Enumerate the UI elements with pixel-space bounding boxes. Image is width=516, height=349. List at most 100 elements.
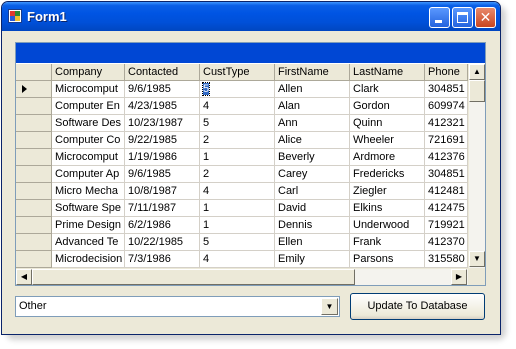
cell-lastname[interactable]: Gordon [350,98,425,115]
cell-contacted[interactable]: 7/11/1987 [125,200,200,217]
vertical-scrollbar[interactable]: ▲ ▼ [468,64,485,268]
scroll-up-button[interactable]: ▲ [469,64,485,80]
maximize-button[interactable] [452,7,473,28]
custtype-combobox[interactable]: Other ▼ [15,296,340,317]
table-row[interactable]: Software Spe 7/11/1987 1 David Elkins 412475 [16,200,468,217]
cell-firstname[interactable]: Carey [275,166,350,183]
table-row[interactable]: Computer En 4/23/1985 4 Alan Gordon 609974 [16,98,468,115]
cell-contacted[interactable]: 9/6/1985 [125,166,200,183]
cell-contacted[interactable]: 10/22/1985 [125,234,200,251]
row-header[interactable] [16,98,52,115]
table-row[interactable]: Prime Design 6/2/1986 1 Dennis Underwood 7199… [16,217,468,234]
cell-phone[interactable]: 412481 [425,183,468,200]
vertical-scroll-thumb[interactable] [469,80,485,102]
cell-custtype[interactable]: 1 [200,217,275,234]
table-row[interactable]: Microcomput 9/6/1985 5 Allen Clark 304851 [16,81,468,98]
cell-company[interactable]: Advanced Te [52,234,125,251]
cell-firstname[interactable]: Alice [275,132,350,149]
cell-contacted[interactable]: 10/23/1987 [125,115,200,132]
table-row[interactable]: Software Des 10/23/1987 5 Ann Quinn 412321 [16,115,468,132]
scroll-down-button[interactable]: ▼ [469,251,485,267]
cell-custtype[interactable]: 4 [200,98,275,115]
cell-custtype[interactable]: 5 [200,115,275,132]
row-header[interactable] [16,183,52,200]
cell-contacted[interactable]: 9/22/1985 [125,132,200,149]
cell-company[interactable]: Micro Mecha [52,183,125,200]
row-header[interactable] [16,115,52,132]
cell-custtype[interactable]: 4 [200,251,275,268]
cell-lastname[interactable]: Parsons [350,251,425,268]
cell-lastname[interactable]: Ziegler [350,183,425,200]
table-row[interactable]: Microcomput 1/19/1986 1 Beverly Ardmore 41237… [16,149,468,166]
cell-custtype[interactable]: 1 [200,200,275,217]
cell-phone[interactable]: 304851 [425,81,468,98]
customer-data-grid[interactable]: Company Contacted CustType FirstName Las… [15,42,486,286]
cell-custtype[interactable]: 5 [200,234,275,251]
cell-contacted[interactable]: 4/23/1985 [125,98,200,115]
cell-phone[interactable]: 721691 [425,132,468,149]
cell-company[interactable]: Computer En [52,98,125,115]
cell-phone[interactable]: 412376 [425,149,468,166]
title-bar[interactable]: Form1 ✕ [2,2,500,31]
cell-contacted[interactable]: 7/3/1986 [125,251,200,268]
cell-company[interactable]: Software Spe [52,200,125,217]
table-row[interactable]: Advanced Te 10/22/1985 5 Ellen Frank 412370 [16,234,468,251]
cell-firstname[interactable]: David [275,200,350,217]
cell-firstname[interactable]: Allen [275,81,350,98]
column-header-lastname[interactable]: LastName [350,64,425,81]
cell-phone[interactable]: 719921 [425,217,468,234]
cell-phone[interactable]: 412370 [425,234,468,251]
cell-phone[interactable]: 315580 [425,251,468,268]
row-header[interactable] [16,217,52,234]
cell-company[interactable]: Prime Design [52,217,125,234]
cell-phone[interactable]: 412475 [425,200,468,217]
row-header[interactable] [16,132,52,149]
column-header-company[interactable]: Company [52,64,125,81]
update-to-database-button[interactable]: Update To Database [350,293,485,320]
cell-firstname[interactable]: Emily [275,251,350,268]
cell-custtype[interactable]: 1 [200,149,275,166]
combobox-dropdown-button[interactable]: ▼ [321,298,338,315]
cell-phone[interactable]: 609974 [425,98,468,115]
cell-lastname[interactable]: Fredericks [350,166,425,183]
cell-company[interactable]: Computer Co [52,132,125,149]
row-header[interactable] [16,234,52,251]
row-header[interactable] [16,166,52,183]
cell-company[interactable]: Computer Ap [52,166,125,183]
column-header-phone[interactable]: Phone [425,64,468,81]
cell-lastname[interactable]: Frank [350,234,425,251]
column-header-firstname[interactable]: FirstName [275,64,350,81]
cell-lastname[interactable]: Clark [350,81,425,98]
cell-firstname[interactable]: Dennis [275,217,350,234]
table-row[interactable]: Microdecision 7/3/1986 4 Emily Parsons 315580 [16,251,468,268]
cell-firstname[interactable]: Alan [275,98,350,115]
minimize-button[interactable] [429,7,450,28]
cell-custtype[interactable]: 5 [200,81,275,98]
cell-contacted[interactable]: 10/8/1987 [125,183,200,200]
cell-contacted[interactable]: 9/6/1985 [125,81,200,98]
cell-custtype[interactable]: 4 [200,183,275,200]
cell-custtype[interactable]: 2 [200,166,275,183]
cell-lastname[interactable]: Ardmore [350,149,425,166]
table-row[interactable]: Computer Ap 9/6/1985 2 Carey Fredericks 30485… [16,166,468,183]
cell-custtype[interactable]: 2 [200,132,275,149]
row-header[interactable] [16,149,52,166]
cell-phone[interactable]: 304851 [425,166,468,183]
cell-lastname[interactable]: Elkins [350,200,425,217]
grid-corner-header[interactable] [16,64,52,81]
cell-company[interactable]: Software Des [52,115,125,132]
cell-firstname[interactable]: Carl [275,183,350,200]
scroll-left-button[interactable]: ◀ [16,269,32,285]
cell-company[interactable]: Microcomput [52,149,125,166]
row-header[interactable] [16,251,52,268]
horizontal-scrollbar[interactable]: ◀ ▶ [16,268,468,285]
cell-lastname[interactable]: Quinn [350,115,425,132]
app-icon[interactable] [8,9,22,23]
horizontal-scroll-thumb[interactable] [32,269,355,285]
table-row[interactable]: Micro Mecha 10/8/1987 4 Carl Ziegler 412481 [16,183,468,200]
cell-company[interactable]: Microcomput [52,81,125,98]
cell-firstname[interactable]: Ann [275,115,350,132]
cell-firstname[interactable]: Beverly [275,149,350,166]
close-button[interactable]: ✕ [475,7,496,28]
cell-firstname[interactable]: Ellen [275,234,350,251]
